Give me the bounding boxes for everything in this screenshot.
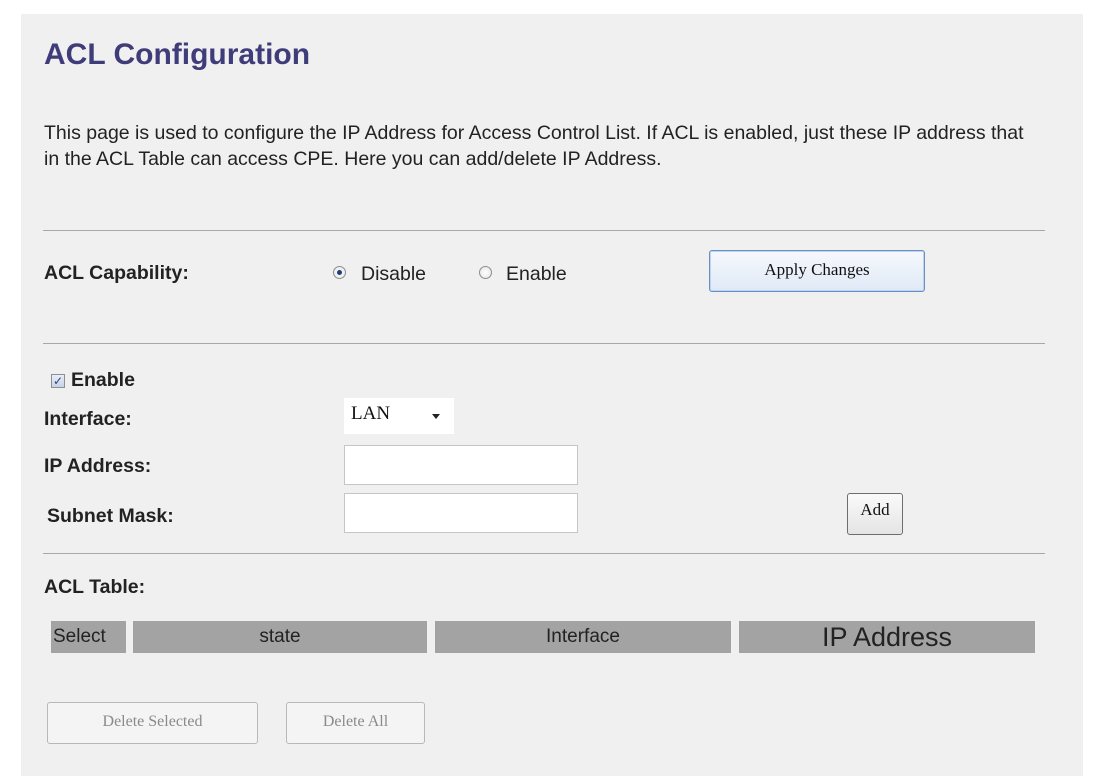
add-button[interactable]: Add xyxy=(847,493,903,535)
interface-select-value: LAN xyxy=(351,403,391,424)
divider xyxy=(43,343,1045,344)
interface-label: Interface: xyxy=(44,408,132,430)
table-header-interface: Interface xyxy=(435,621,731,653)
radio-disable[interactable] xyxy=(333,266,346,279)
enable-checkbox[interactable]: ✓ xyxy=(51,374,65,388)
table-header-select: Select xyxy=(51,621,126,653)
table-header-state: state xyxy=(133,621,427,653)
ip-address-label: IP Address: xyxy=(44,455,152,477)
radio-selected-dot xyxy=(337,270,342,275)
radio-enable-label[interactable]: Enable xyxy=(506,263,567,286)
radio-enable[interactable] xyxy=(479,266,492,279)
acl-capability-label: ACL Capability: xyxy=(44,262,189,284)
divider xyxy=(43,553,1045,554)
table-header-ip-address: IP Address xyxy=(739,621,1035,653)
radio-disable-label[interactable]: Disable xyxy=(361,263,426,286)
ip-address-input[interactable] xyxy=(344,445,578,485)
subnet-mask-label: Subnet Mask: xyxy=(47,505,174,527)
subnet-mask-input[interactable] xyxy=(344,493,578,533)
delete-all-button[interactable]: Delete All xyxy=(286,702,425,744)
enable-checkbox-label[interactable]: Enable xyxy=(71,369,135,392)
page-description: This page is used to configure the IP Ad… xyxy=(44,122,1024,170)
divider xyxy=(43,230,1045,231)
page-title: ACL Configuration xyxy=(44,38,311,71)
acl-table-label: ACL Table: xyxy=(44,576,146,598)
apply-changes-button[interactable]: Apply Changes xyxy=(709,250,925,292)
interface-select[interactable]: LAN xyxy=(344,398,454,434)
delete-selected-button[interactable]: Delete Selected xyxy=(47,702,258,744)
chevron-down-icon xyxy=(432,414,440,419)
